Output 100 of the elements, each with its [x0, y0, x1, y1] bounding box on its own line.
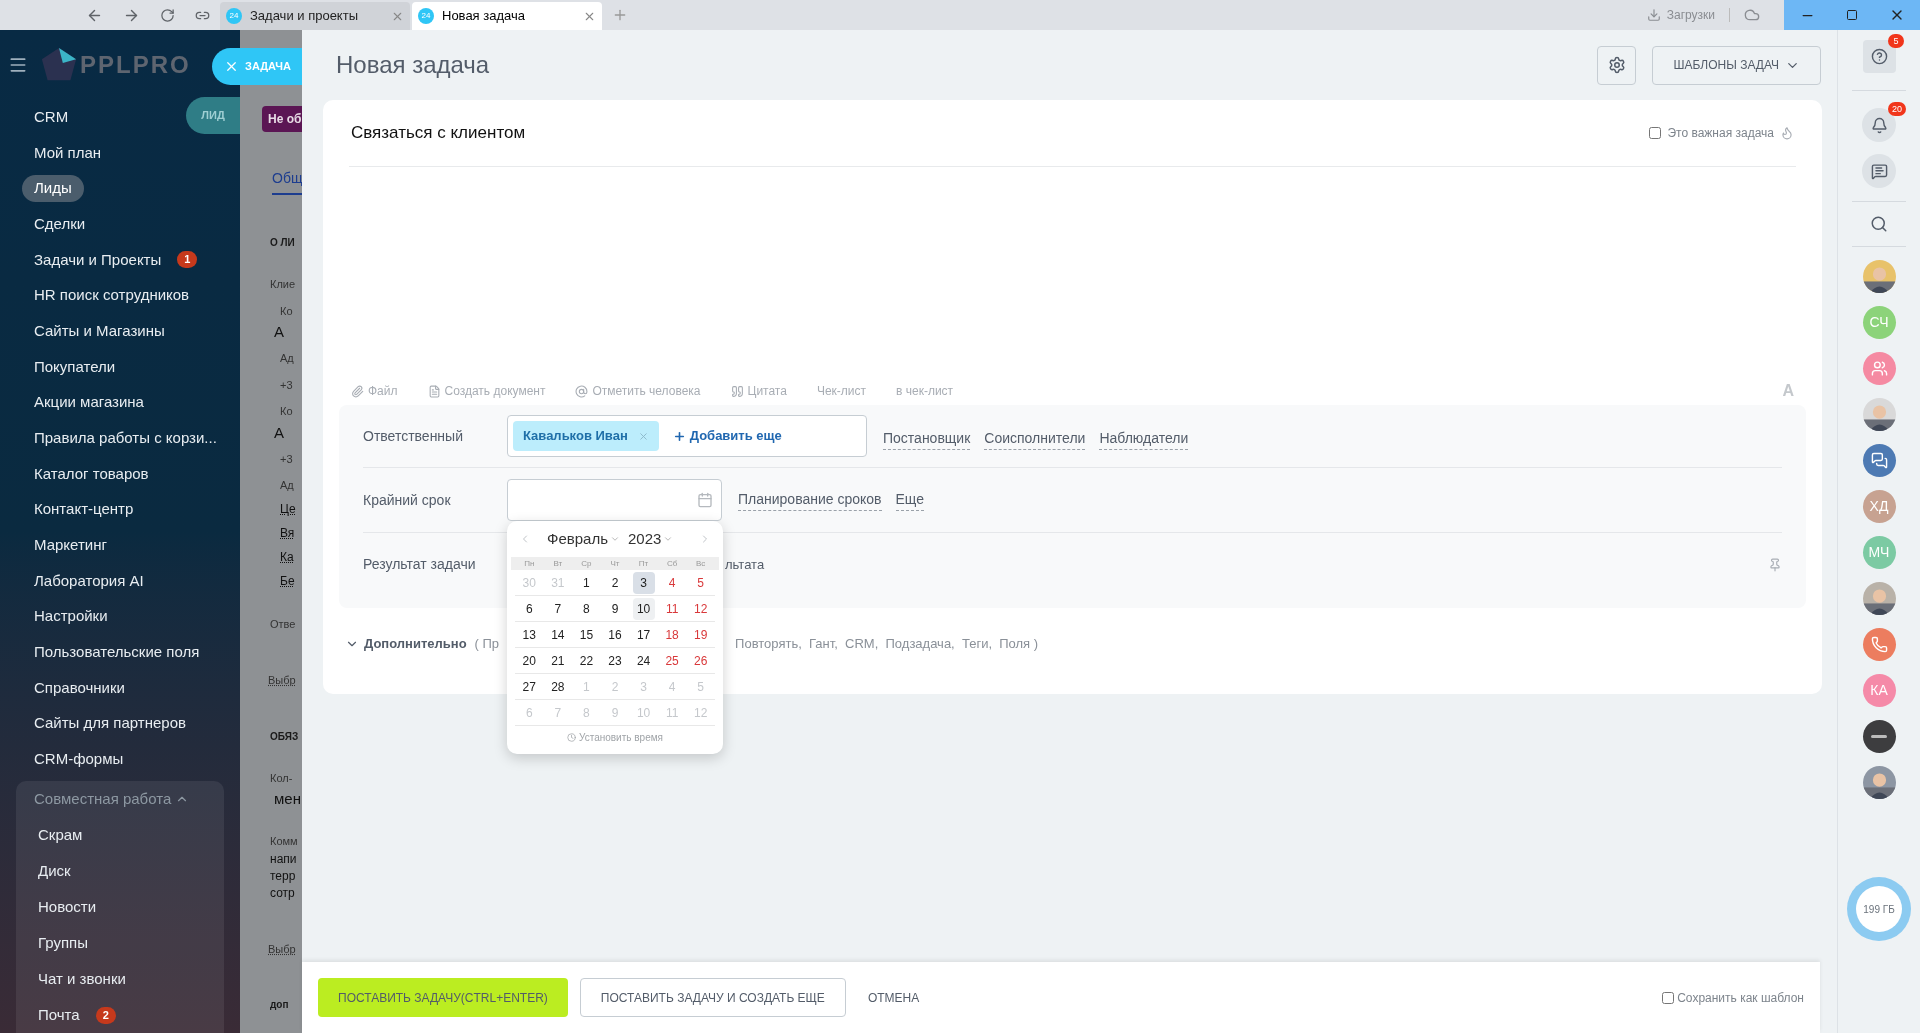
- browser-tab[interactable]: 24 Задачи и проекты: [220, 2, 410, 30]
- search-icon[interactable]: [1870, 215, 1888, 233]
- calendar-day[interactable]: 2: [604, 571, 626, 594]
- group-header[interactable]: Совместная работа: [16, 781, 190, 818]
- save-template-checkbox[interactable]: [1662, 991, 1675, 1004]
- sidebar-item[interactable]: Сделки: [22, 210, 98, 238]
- calendar-day[interactable]: 26: [689, 649, 712, 672]
- sidebar-item[interactable]: Пользовательские поля: [22, 639, 212, 666]
- responsible-field[interactable]: Кавальков Иван Добавить еще: [507, 415, 867, 457]
- calendar-day[interactable]: 17: [632, 623, 655, 646]
- phone-avatar[interactable]: [1862, 628, 1896, 661]
- sidebar-item[interactable]: Лиды: [22, 175, 84, 202]
- month-select[interactable]: Февраль: [547, 527, 620, 551]
- calendar-day[interactable]: 8: [575, 597, 598, 620]
- sidebar-item[interactable]: Чат и звонки: [26, 965, 138, 993]
- sidebar-item[interactable]: HR поиск сотрудников: [22, 282, 202, 309]
- calendar-day[interactable]: 11: [661, 597, 684, 620]
- background-text: Комм: [270, 834, 298, 849]
- weekday-label: Вт: [552, 558, 564, 570]
- sidebar-item[interactable]: Справочники: [22, 674, 137, 702]
- deadline-field[interactable]: [507, 479, 722, 521]
- background-text: Ад: [280, 478, 294, 493]
- maximize-icon[interactable]: [1845, 9, 1858, 21]
- cancel-button[interactable]: ОТМЕНА: [857, 978, 930, 1017]
- templates-button[interactable]: ШАБЛОНЫ ЗАДАЧ: [1652, 45, 1821, 85]
- sidebar-item[interactable]: Лаборатория AI: [22, 567, 156, 595]
- sidebar-item[interactable]: Сайты для партнеров: [22, 710, 198, 737]
- clock-icon: [567, 732, 576, 742]
- sidebar-item[interactable]: Сайты и Магазины: [22, 317, 177, 345]
- calendar-day[interactable]: 16: [604, 623, 626, 646]
- sidebar-item[interactable]: Скрам: [26, 821, 95, 849]
- help-button[interactable]: [1862, 40, 1896, 73]
- sidebar-item[interactable]: Маркетинг: [22, 532, 119, 559]
- calendar-day[interactable]: 7: [546, 597, 569, 620]
- sidebar-item[interactable]: Контакт-центр: [22, 496, 146, 523]
- calendar-day[interactable]: 9: [604, 597, 626, 620]
- calendar-day[interactable]: 12: [689, 597, 712, 620]
- sidebar-item[interactable]: Задачи и Проекты: [22, 246, 174, 274]
- checkbox-label[interactable]: Сохранить как шаблон: [1677, 988, 1804, 1007]
- background-text: Бе: [280, 572, 295, 590]
- extra-options: Повторять, Гант, CRM, Подзадача, Теги, Поля ): [735, 634, 1039, 654]
- sidebar-item[interactable]: Мой план: [22, 139, 114, 167]
- submit-and-create-button[interactable]: ПОСТАВИТЬ ЗАДАЧУ И СОЗДАТЬ ЕЩЕ: [579, 978, 846, 1017]
- calendar-day[interactable]: 25: [661, 649, 684, 672]
- calendar-day[interactable]: 5: [689, 571, 712, 594]
- logo-avatar[interactable]: [1862, 720, 1896, 753]
- calendar-day[interactable]: 18: [661, 623, 684, 646]
- sidebar-item[interactable]: CRM-формы: [22, 746, 136, 773]
- browser-tab[interactable]: 24 Новая задача: [412, 2, 602, 30]
- submit-button[interactable]: ПОСТАВИТЬ ЗАДАЧУ(CTRL+ENTER): [318, 978, 568, 1017]
- settings-button[interactable]: [1597, 45, 1637, 85]
- checkbox-label[interactable]: Это важная задача: [1667, 124, 1774, 142]
- group-chat-avatar[interactable]: [1862, 444, 1896, 477]
- calendar-day[interactable]: 23: [604, 649, 626, 672]
- calendar-day[interactable]: 24: [632, 649, 655, 672]
- reload-icon[interactable]: [160, 7, 175, 23]
- calendar-day[interactable]: 10: [632, 597, 655, 620]
- role-link[interactable]: Наблюдатели: [1099, 428, 1189, 450]
- calendar-day[interactable]: 20: [518, 649, 541, 672]
- add-more-link[interactable]: Добавить еще: [672, 426, 782, 446]
- sidebar-item[interactable]: Новости: [26, 893, 109, 921]
- background-text: Выбр: [268, 941, 296, 957]
- calendar-day[interactable]: 4: [661, 571, 684, 594]
- deadline-link[interactable]: Планирование сроков: [738, 489, 882, 511]
- chats-button[interactable]: [1862, 154, 1896, 188]
- sidebar-item[interactable]: Настройки: [22, 603, 120, 630]
- sidebar-item[interactable]: Группы: [26, 929, 100, 957]
- calendar-day[interactable]: 22: [575, 649, 598, 672]
- calendar-day[interactable]: 15: [575, 623, 598, 646]
- calendar-day[interactable]: 28: [546, 675, 569, 698]
- cloud-icon[interactable]: [1744, 7, 1760, 23]
- extra-toggle[interactable]: Дополнительно: [345, 634, 467, 654]
- storage-indicator[interactable]: 199 ГБ: [1847, 877, 1911, 941]
- sidebar-item[interactable]: Диск: [26, 857, 83, 885]
- calendar-day[interactable]: 1: [575, 571, 598, 594]
- calendar-day[interactable]: 3: [632, 571, 655, 594]
- quote-icon: [730, 384, 744, 398]
- sidebar-item[interactable]: CRM: [22, 103, 81, 131]
- calendar-day[interactable]: 19: [689, 623, 712, 646]
- sidebar-item[interactable]: Каталог товаров: [22, 460, 161, 488]
- role-link[interactable]: Постановщик: [883, 428, 971, 450]
- calendar-day[interactable]: 27: [518, 675, 541, 698]
- calendar-day[interactable]: 13: [518, 623, 541, 646]
- close-icon: [224, 59, 239, 74]
- calendar-day[interactable]: 6: [518, 597, 541, 620]
- task-title[interactable]: Связаться с клиентом: [351, 120, 1650, 146]
- important-checkbox[interactable]: [1649, 127, 1662, 139]
- year-select[interactable]: 2023: [627, 527, 674, 551]
- sidebar-item[interactable]: Покупатели: [22, 353, 128, 381]
- background-text: А: [274, 323, 284, 340]
- sidebar-item[interactable]: Почта: [26, 1001, 92, 1029]
- role-link[interactable]: Соисполнители: [984, 428, 1086, 450]
- group-avatar[interactable]: [1862, 352, 1896, 385]
- user-chip[interactable]: Кавальков Иван: [513, 421, 659, 451]
- calendar-day[interactable]: 21: [546, 649, 569, 672]
- sidebar-item[interactable]: Акции магазина: [22, 389, 156, 416]
- sidebar-item[interactable]: Правила работы с корзи...: [22, 424, 229, 452]
- deadline-link[interactable]: Еще: [895, 489, 924, 511]
- download-icon[interactable]: [1646, 8, 1661, 22]
- calendar-day[interactable]: 14: [546, 623, 569, 646]
